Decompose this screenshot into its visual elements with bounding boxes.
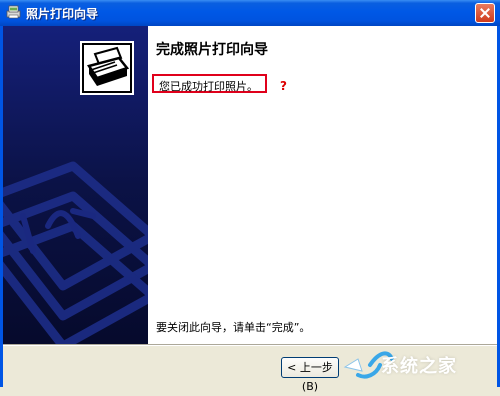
status-highlight-box: 您已成功打印照片。 (152, 74, 267, 93)
window-title: 照片打印向导 (26, 7, 99, 21)
photo-print-wizard-window: 照片打印向导 完成照片打印向导 您已成功打印照片。 ? 要关闭此向导，请单击“完… (0, 0, 500, 393)
back-button[interactable]: < 上一步(B) (281, 357, 339, 393)
printer-photo-icon (6, 5, 21, 19)
site-watermark-text: 系统之家 (381, 356, 457, 377)
page-title: 完成照片打印向导 (156, 42, 268, 58)
photo-watermark-graphic (3, 161, 148, 344)
status-message: 您已成功打印照片。 (159, 80, 258, 93)
title-bar[interactable]: 照片打印向导 (0, 0, 500, 26)
question-mark-annotation: ? (280, 79, 287, 93)
close-button[interactable] (475, 3, 495, 23)
close-instruction: 要关闭此向导，请单击“完成”。 (156, 321, 311, 334)
wizard-side-panel (3, 26, 148, 344)
wizard-content: 完成照片打印向导 您已成功打印照片。 ? 要关闭此向导，请单击“完成”。 (148, 26, 497, 344)
printer-icon (80, 41, 134, 95)
